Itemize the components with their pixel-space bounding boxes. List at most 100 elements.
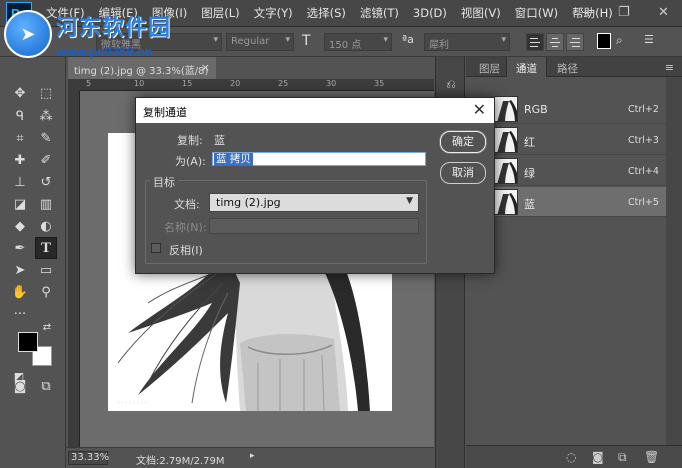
align-left-button[interactable] (526, 33, 544, 51)
lasso-tool-icon[interactable]: ᑫ (9, 105, 31, 127)
channel-shortcut: Ctrl+2 (628, 104, 659, 115)
tab-layers[interactable]: 图层 (470, 57, 509, 77)
panel-menu-icon[interactable]: ≡ (665, 61, 674, 74)
document-select[interactable]: timg (2).jpg ▼ (209, 193, 419, 212)
vertical-ruler[interactable] (68, 91, 80, 447)
history-brush-tool-icon[interactable]: ↺ (35, 171, 57, 193)
eyedropper-tool-icon[interactable]: ✎ (35, 127, 57, 149)
invert-checkbox[interactable] (151, 243, 161, 253)
text-color-swatch[interactable] (597, 33, 611, 49)
warp-text-icon[interactable]: ⌕ (616, 33, 623, 48)
menu-type[interactable]: 文字(Y) (254, 5, 293, 21)
menu-edit[interactable]: 编辑(E) (99, 5, 138, 21)
move-tool-icon[interactable]: ✥ (9, 82, 31, 104)
antialias-select[interactable]: 犀利 ▾ (424, 33, 510, 51)
close-window-button[interactable]: ✕ (658, 5, 669, 20)
document-tab-close-button[interactable]: × (201, 61, 210, 74)
menu-select[interactable]: 选择(S) (307, 5, 346, 21)
quick-mask-icon[interactable]: ◙ (9, 375, 31, 397)
channel-row-green[interactable]: 绿 Ctrl+4 (466, 156, 666, 186)
chevron-down-icon: ▼ (406, 196, 413, 206)
menu-window[interactable]: 窗口(W) (515, 5, 558, 21)
font-family-value: 微软雅黑 (101, 40, 141, 51)
font-style-select[interactable]: Regular ▾ (226, 33, 294, 51)
ruler-number: 15 (182, 79, 193, 88)
load-selection-icon[interactable]: ◌ (566, 450, 576, 464)
trash-icon[interactable]: 🗑 (644, 450, 659, 464)
invert-label: 反相(I) (169, 244, 203, 257)
font-style-value: Regular (231, 36, 270, 47)
font-size-value: 150 点 (329, 40, 362, 51)
crop-tool-icon[interactable]: ⌗ (9, 127, 31, 149)
horizontal-ruler[interactable]: 5 10 15 20 25 30 35 (80, 79, 434, 91)
swap-colors-icon[interactable]: ⇄ (40, 320, 54, 334)
document-tab[interactable]: timg (2).jpg @ 33.3%(蓝/8) × (68, 57, 216, 79)
menu-view[interactable]: 视图(V) (461, 5, 501, 21)
type-tool-icon[interactable]: T (35, 237, 57, 259)
healing-brush-tool-icon[interactable]: ✚ (9, 149, 31, 171)
magic-wand-tool-icon[interactable]: ⁂ (35, 105, 57, 127)
name-field (209, 218, 419, 234)
channel-thumbnail (494, 158, 518, 184)
path-selection-tool-icon[interactable]: ➤ (9, 259, 31, 281)
font-size-select[interactable]: 150 点 ▾ (324, 33, 392, 51)
clone-stamp-tool-icon[interactable]: ⊥ (9, 171, 31, 193)
zoom-tool-icon[interactable]: ⚲ (35, 281, 57, 303)
dodge-tool-icon[interactable]: ◐ (35, 215, 57, 237)
screen-mode-icon[interactable]: ⧉ (35, 375, 57, 397)
channel-row-red[interactable]: 红 Ctrl+3 (466, 125, 666, 155)
channel-row-rgb[interactable]: RGB Ctrl+2 (466, 94, 666, 124)
minimize-button[interactable]: — (582, 5, 595, 20)
menu-image[interactable]: 图像(I) (152, 5, 187, 21)
svg-text:· · · · · · · ·: · · · · · · · · (118, 400, 147, 407)
rectangle-tool-icon[interactable]: ▭ (35, 259, 57, 281)
ruler-number: 25 (278, 79, 289, 88)
ok-button[interactable]: 确定 (440, 131, 486, 153)
source-label: 复制: (177, 134, 203, 147)
zoom-level-field[interactable]: 33.33% (68, 451, 109, 465)
save-selection-icon[interactable]: ◙ (592, 450, 604, 464)
dialog-close-button[interactable]: ✕ (473, 100, 486, 119)
cancel-button[interactable]: 取消 (440, 162, 486, 184)
channel-name: RGB (524, 103, 548, 116)
tab-channels[interactable]: 通道 (506, 57, 547, 77)
channel-shortcut: Ctrl+5 (628, 197, 659, 208)
channel-shortcut: Ctrl+4 (628, 166, 659, 177)
document-tab-title: timg (2).jpg @ 33.3%(蓝/8) (74, 66, 209, 77)
ruler-number: 20 (230, 79, 241, 88)
status-menu-icon[interactable]: ▸ (250, 451, 255, 461)
menu-3d[interactable]: 3D(D) (413, 6, 447, 20)
gradient-tool-icon[interactable]: ▥ (35, 193, 57, 215)
panel-scrollbar[interactable] (666, 77, 682, 447)
eraser-tool-icon[interactable]: ◪ (9, 193, 31, 215)
antialias-icon: ªa (402, 33, 414, 46)
document-size-info: 文档:2.79M/2.79M (136, 456, 225, 467)
pen-tool-icon[interactable]: ✒ (9, 237, 31, 259)
restore-button[interactable]: ❐ (618, 5, 630, 20)
align-center-button[interactable] (546, 33, 564, 51)
character-panel-icon[interactable]: ☰ (644, 33, 654, 46)
new-channel-icon[interactable]: ⧉ (618, 450, 627, 465)
brush-tool-icon[interactable]: ✐ (35, 149, 57, 171)
tab-paths[interactable]: 路径 (548, 57, 587, 77)
history-panel-icon[interactable]: ⎌ (443, 77, 459, 93)
hand-tool-icon[interactable]: ✋ (9, 281, 31, 303)
channel-name-input[interactable]: 蓝 拷贝 (212, 152, 426, 166)
foreground-color-swatch[interactable] (18, 332, 38, 352)
dialog-title-bar: 复制通道 ✕ (136, 98, 494, 123)
menu-layer[interactable]: 图层(L) (201, 5, 239, 21)
edit-toolbar-icon[interactable]: ··· (9, 303, 31, 325)
document-select-value: timg (2).jpg (216, 196, 281, 209)
menu-filter[interactable]: 滤镜(T) (360, 5, 399, 21)
font-family-select[interactable]: 微软雅黑 ▾ (96, 33, 222, 51)
channels-panel: 图层 通道 路径 ≡ RGB Ctrl+2 红 Ctrl+3 绿 Ctrl+4 … (466, 57, 682, 468)
as-label: 为(A): (175, 155, 206, 168)
tools-panel: ✥ ⬚ ᑫ ⁂ ⌗ ✎ ✚ ✐ ⊥ ↺ ◪ ▥ ◆ ◐ ✒ T ➤ ▭ ✋ ⚲ … (0, 57, 66, 468)
align-right-button[interactable] (566, 33, 584, 51)
channel-row-blue[interactable]: 蓝 Ctrl+5 (466, 187, 666, 217)
channel-name-input-value: 蓝 拷贝 (214, 153, 253, 166)
menu-file[interactable]: 文件(F) (46, 5, 85, 21)
blur-tool-icon[interactable]: ◆ (9, 215, 31, 237)
ruler-corner (68, 79, 80, 91)
marquee-tool-icon[interactable]: ⬚ (35, 82, 57, 104)
